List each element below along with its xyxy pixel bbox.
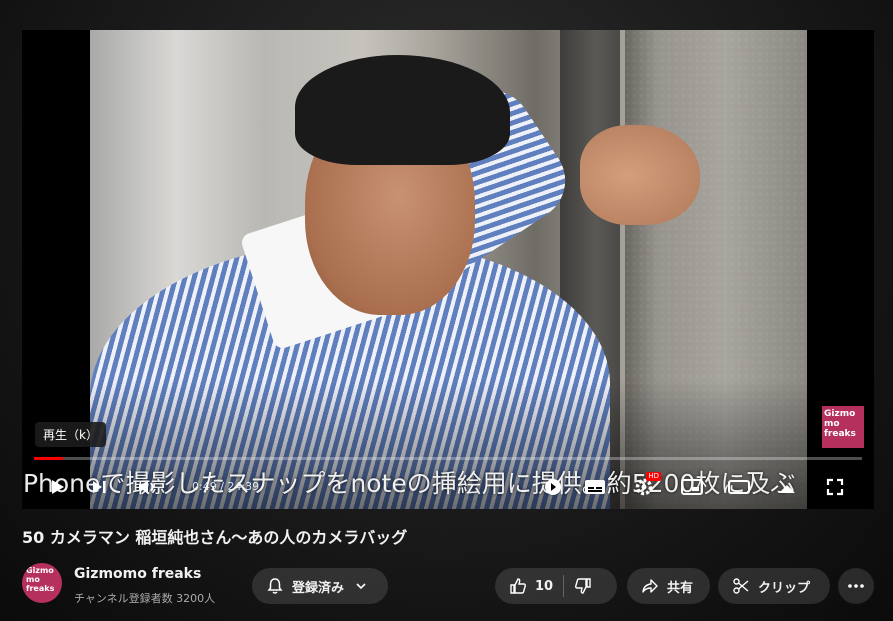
play-tooltip: 再生（k）	[35, 422, 106, 447]
subtitles-icon[interactable]	[582, 474, 608, 500]
theater-mode-icon[interactable]	[726, 474, 752, 500]
miniplayer-icon[interactable]	[679, 474, 705, 500]
channel-name[interactable]: Gizmomo freaks	[74, 566, 201, 582]
subscribe-label: 登録済み	[292, 580, 345, 596]
video-title: 50 カメラマン 稲垣純也さん〜あの人のカメラバッグ	[22, 528, 408, 547]
bell-icon	[267, 578, 283, 594]
share-icon	[642, 579, 658, 593]
hd-badge: HD	[646, 472, 661, 481]
channel-watermark[interactable]: Gizmo mo freaks	[822, 406, 864, 448]
scissors-icon	[733, 578, 749, 594]
progress-fill	[34, 457, 63, 460]
like-icon[interactable]	[509, 577, 527, 595]
chevron-down-icon	[356, 583, 366, 590]
subscriber-count: チャンネル登録者数 3200人	[74, 592, 216, 605]
clip-label: クリップ	[758, 580, 811, 596]
channel-avatar[interactable]: Gizmo mo freaks	[22, 563, 62, 603]
more-actions-button[interactable]	[838, 568, 874, 604]
like-count: 10	[535, 578, 554, 594]
player-controls: 0:49 / 24:39 HD	[34, 470, 862, 504]
subject-hair	[295, 55, 510, 165]
time-display: 0:49 / 24:39	[192, 480, 260, 493]
settings-gear-icon[interactable]: HD	[631, 472, 661, 500]
subject-hand	[580, 125, 700, 225]
cast-icon[interactable]	[774, 474, 800, 500]
autoplay-toggle-icon[interactable]	[540, 474, 566, 500]
play-icon[interactable]	[44, 474, 70, 500]
progress-bar[interactable]	[34, 457, 862, 460]
video-player[interactable]: Gizmo mo freaks 再生（k） iPhoneで撮影したスナップをno…	[22, 30, 874, 509]
fullscreen-icon[interactable]	[822, 474, 848, 500]
volume-icon[interactable]	[134, 474, 160, 500]
like-divider	[563, 575, 565, 597]
next-icon[interactable]	[86, 474, 112, 500]
more-horizontal-icon	[848, 584, 864, 588]
clip-button[interactable]: クリップ	[718, 568, 830, 604]
like-dislike-group: 10	[495, 568, 617, 604]
share-button[interactable]: 共有	[627, 568, 710, 604]
share-label: 共有	[667, 580, 694, 596]
subscribe-button[interactable]: 登録済み	[252, 568, 388, 604]
dislike-icon[interactable]	[574, 577, 592, 595]
